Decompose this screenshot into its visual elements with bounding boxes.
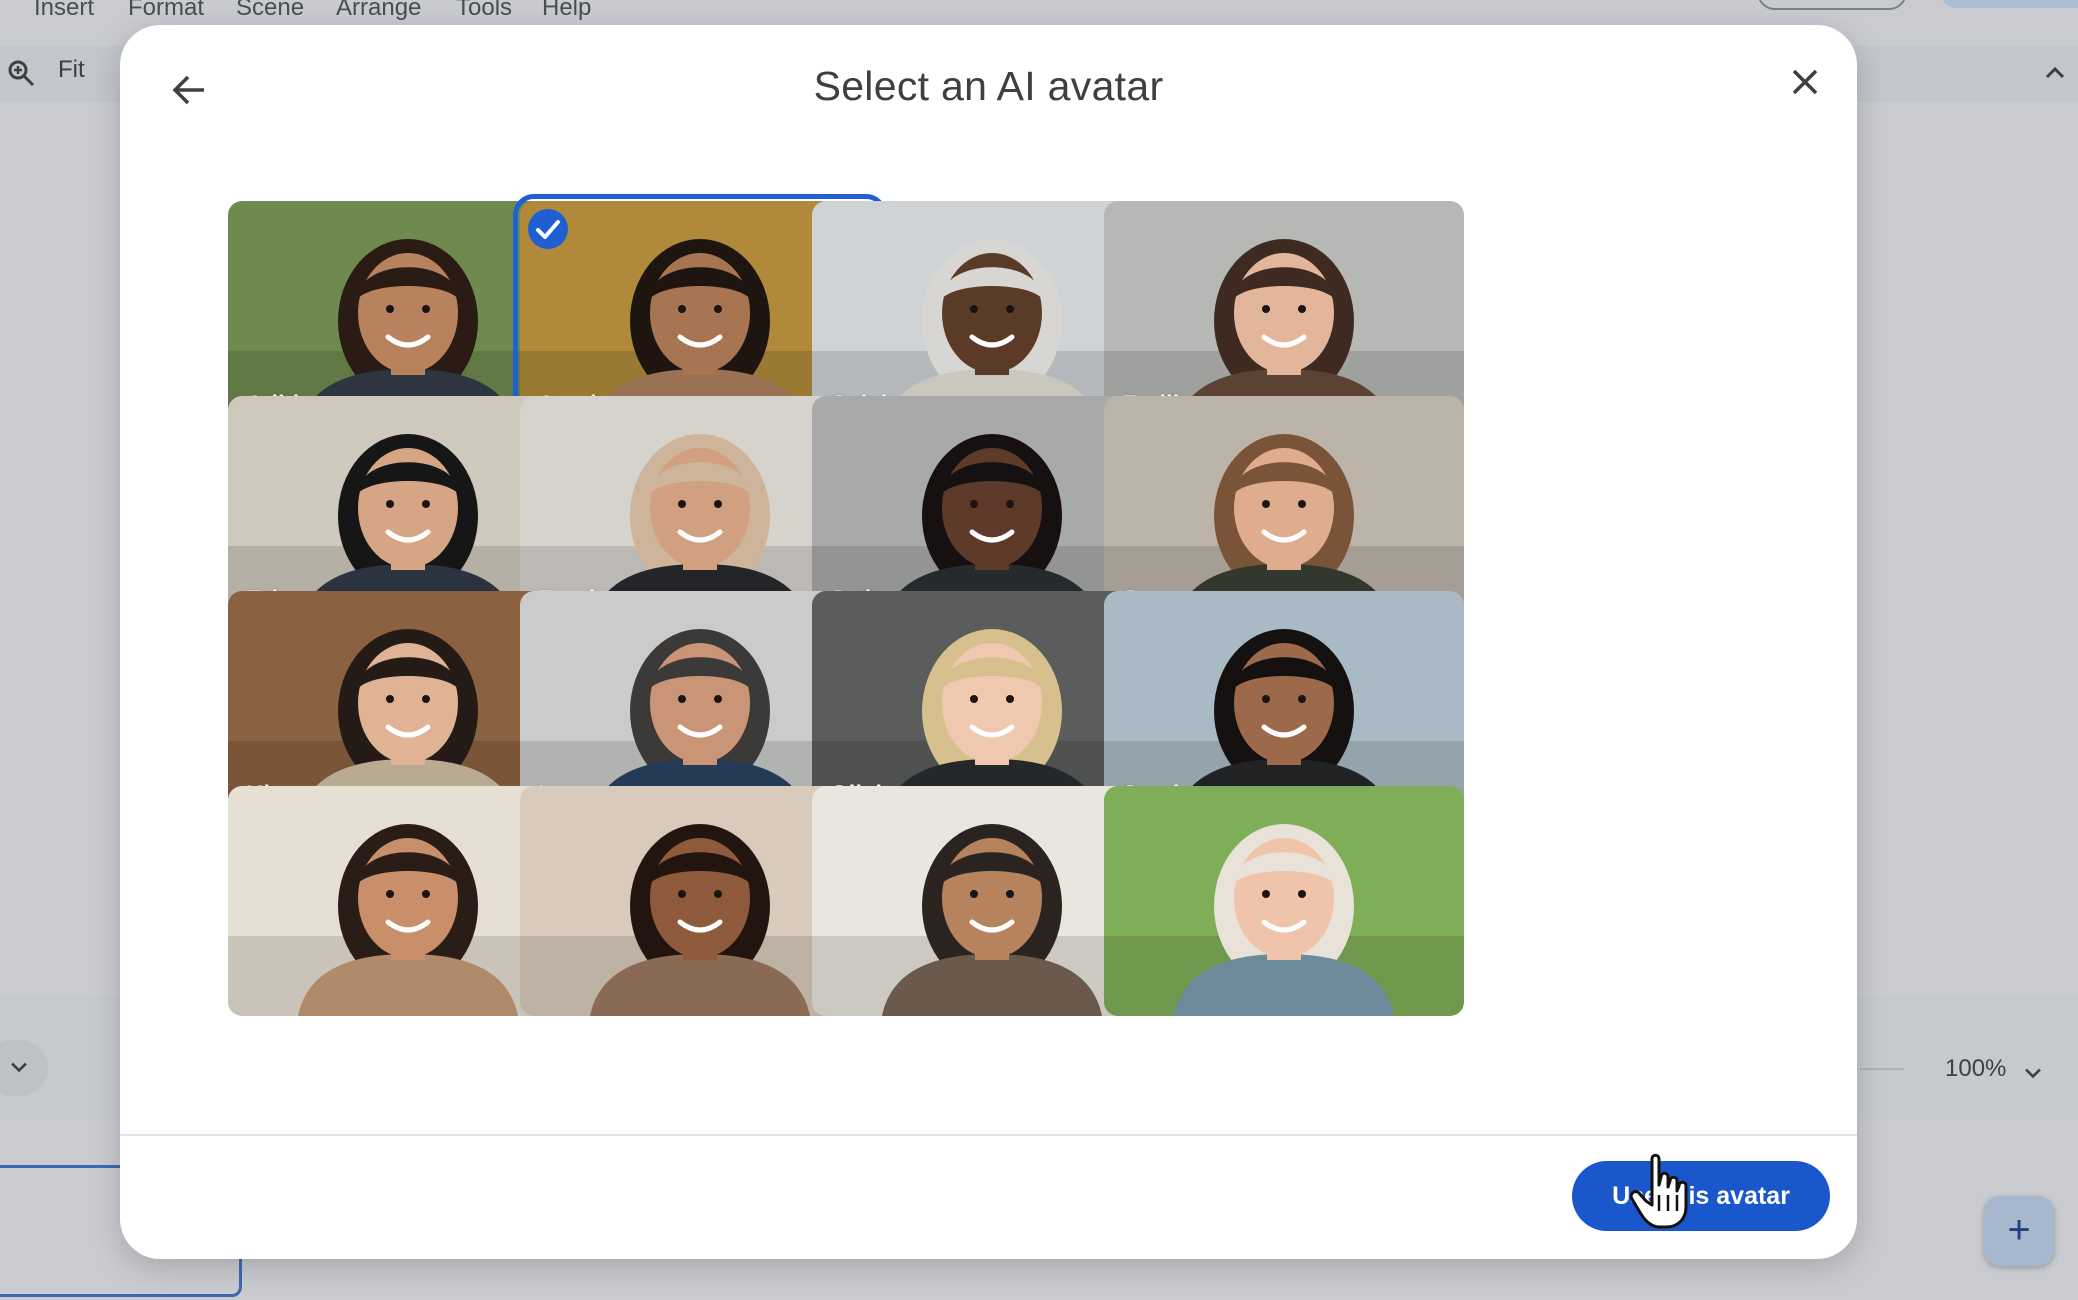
- chevron-down-icon: [11, 1062, 27, 1073]
- plus-icon: +: [2007, 1208, 2031, 1252]
- menu-help[interactable]: Help: [542, 0, 591, 22]
- zoom-fit-label[interactable]: Fit: [58, 56, 85, 84]
- zoom-dropdown-chevron-icon[interactable]: [2020, 1060, 2046, 1086]
- dialog-title: Select an AI avatar: [813, 63, 1164, 109]
- menu-format[interactable]: Format: [128, 0, 204, 22]
- avatar-grid: AditiAmalCalebEmiliaEricFarahJadaJamesKi…: [228, 175, 1768, 1135]
- menu-tools[interactable]: Tools: [456, 0, 512, 22]
- add-scene-button[interactable]: +: [1984, 1196, 2054, 1266]
- avatar-portrait: [1104, 786, 1464, 1016]
- divider: [1860, 1068, 1904, 1070]
- menu-arrange[interactable]: Arrange: [336, 0, 421, 22]
- share-button[interactable]: [1757, 0, 1907, 10]
- menu-insert[interactable]: Insert: [34, 0, 94, 22]
- close-icon[interactable]: [1780, 57, 1830, 107]
- collapse-toolbar-icon[interactable]: [2040, 58, 2070, 88]
- menu-scene[interactable]: Scene: [236, 0, 304, 22]
- footer-divider: [120, 1134, 1857, 1136]
- publish-button[interactable]: [1940, 0, 2078, 8]
- use-avatar-button[interactable]: Use this avatar: [1572, 1161, 1830, 1231]
- avatar-card[interactable]: [1104, 786, 1464, 1016]
- selected-check-icon: [528, 209, 568, 249]
- zoom-level[interactable]: 100%: [1945, 1055, 2006, 1083]
- avatar-dialog: Select an AI avatar AditiAmalCalebEmilia…: [120, 25, 1857, 1259]
- zoom-in-icon[interactable]: [6, 58, 36, 88]
